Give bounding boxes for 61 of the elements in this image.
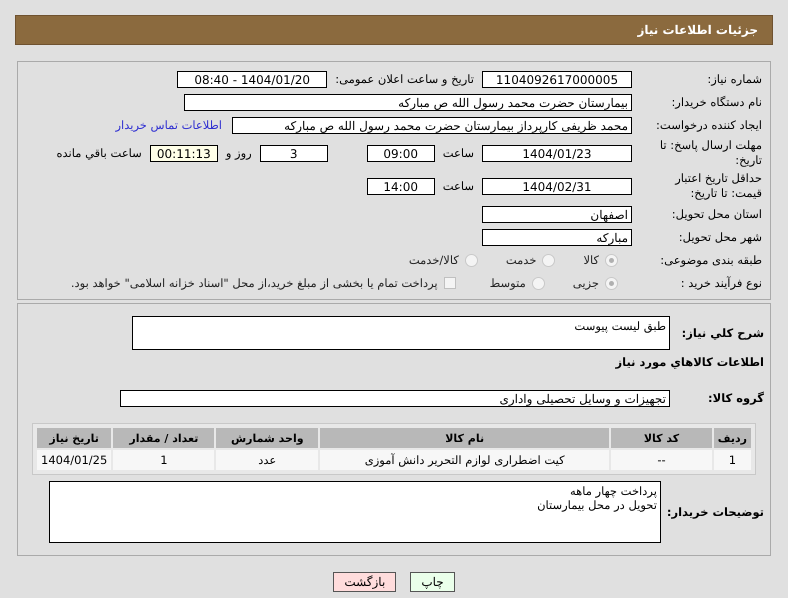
table-cell: 1: [714, 450, 751, 470]
column-header: ردیف: [714, 428, 751, 448]
radio-label: کالا/خدمت: [408, 253, 459, 267]
table-cell: عدد: [216, 450, 318, 470]
announce-date-field: 1404/01/20 - 08:40: [177, 70, 328, 88]
field-label: شرح كلي نیاز:: [680, 326, 765, 340]
deadline-date-field: 1404/01/23: [482, 144, 632, 162]
radio-button[interactable]: [542, 254, 556, 266]
checkbox-label: پرداخت تمام یا بخشی از مبلغ خرید،از محل "اسناد خزانه اسلامی" خواهد بود.: [70, 276, 438, 290]
goods-group-field: تجهیزات و وسایل تحصیلی واداری: [120, 390, 670, 406]
validity-date-field: 1404/02/31: [482, 178, 632, 194]
column-header: نام کالا: [320, 428, 610, 448]
back-button[interactable]: بازگشت: [333, 572, 396, 592]
column-header: تعداد / مقدار: [113, 428, 214, 448]
city-field: مبارکه: [482, 228, 632, 246]
province-field: اصفهان: [482, 206, 632, 222]
radio-button[interactable]: [605, 276, 618, 290]
time-label: ساعت: [442, 146, 474, 160]
table-cell: کیت اضطراری لوازم التحریر دانش آموزی: [320, 450, 610, 470]
field-label: نام دستگاه خریدار:: [670, 94, 763, 110]
description-textarea: طبق لیست پیوست: [132, 316, 670, 350]
radio-label: کالا: [583, 253, 599, 267]
field-label: توضیحات خریدار:: [666, 505, 765, 519]
validity-time-field: 14:00: [366, 178, 435, 194]
field-label: تاریخ و ساعت اعلان عمومی:: [335, 72, 474, 86]
deadline-time-field: 09:00: [366, 144, 435, 162]
column-header: کد کالا: [611, 428, 712, 448]
field-label: ایجاد کننده درخواست:: [655, 118, 763, 132]
table-cell: 1404/01/25: [37, 450, 112, 470]
field-label: گروه کالا:: [707, 391, 765, 405]
remaining-label: ساعت باقي مانده: [56, 146, 142, 160]
need-number-field: 1104092617000005: [482, 70, 632, 88]
field-label: شماره نیاز:: [706, 72, 763, 86]
radio-button[interactable]: [605, 254, 618, 266]
checkbox[interactable]: [444, 277, 456, 289]
field-label: شهر محل تحویل:: [678, 230, 763, 244]
column-header: تاریخ نیاز: [37, 428, 112, 448]
remaining-time-field: 00:11:13: [150, 144, 218, 162]
print-button[interactable]: چاپ: [410, 572, 455, 592]
days-label: روز و: [226, 146, 252, 160]
field-label: حداقل تاریخ اعتبار قیمت: تا تاریخ:: [674, 171, 763, 201]
radio-label: متوسط: [490, 276, 526, 290]
radio-button[interactable]: [532, 276, 545, 290]
days-field: 3: [260, 144, 328, 162]
page-title: جزئیات اطلاعات نیاز: [637, 23, 758, 37]
radio-label: جزیی: [572, 276, 599, 290]
radio-label: خدمت: [506, 253, 536, 267]
time-label: ساعت: [442, 179, 474, 193]
creator-field: محمد ظریفی کارپرداز بیمارستان حضرت محمد رسول الله ص مبارکه: [232, 116, 632, 134]
table-cell: 1: [113, 450, 214, 470]
buyer-notes-textarea: پرداخت چهار ماهه تحویل در محل بیمارستان: [48, 481, 661, 543]
radio-button[interactable]: [464, 254, 478, 266]
table-cell: --: [611, 450, 712, 470]
section-title: اطلاعات كالاهاي مورد نياز: [616, 355, 765, 369]
field-label: نوع فرآیند خرید :: [680, 276, 763, 290]
buyer-contact-link[interactable]: اطلاعات تماس خریدار: [115, 118, 222, 132]
field-label: طبقه بندی موضوعی:: [659, 252, 763, 268]
column-header: واحد شمارش: [216, 428, 318, 448]
buyer-field: بیمارستان حضرت محمد رسول الله ص مبارکه: [184, 94, 632, 110]
field-label: استان محل تحویل:: [670, 206, 763, 222]
field-label: مهلت ارسال پاسخ: تا تاریخ:: [658, 138, 763, 168]
